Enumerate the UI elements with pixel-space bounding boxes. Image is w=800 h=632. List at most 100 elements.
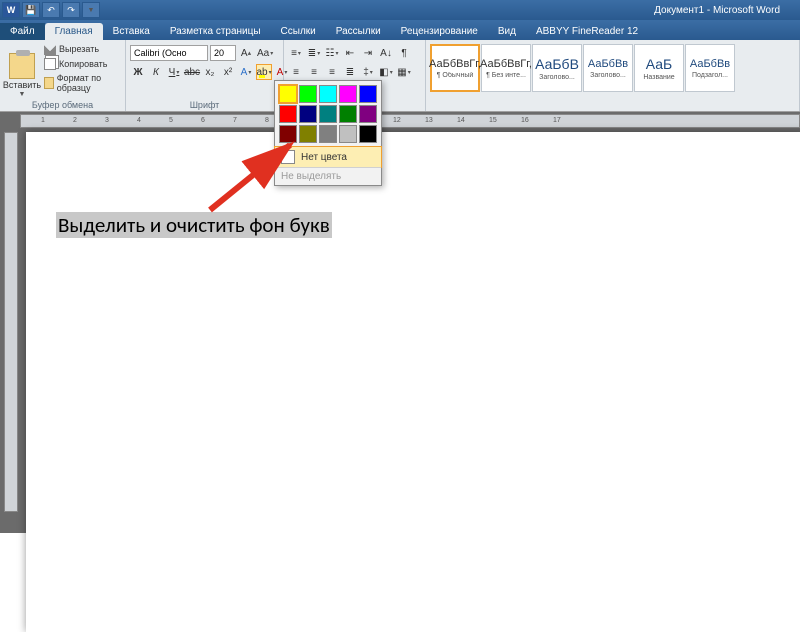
tab-mailings[interactable]: Рассылки (326, 23, 391, 40)
color-swatch[interactable] (359, 85, 377, 103)
style-name: ¶ Обычный (437, 72, 474, 79)
ruler-tick: 8 (265, 117, 269, 124)
strike-button[interactable]: abc (184, 64, 200, 80)
stop-highlight-item[interactable]: Не выделять (275, 167, 381, 185)
color-swatch[interactable] (319, 105, 337, 123)
bullets-button[interactable]: ≡▾ (288, 45, 304, 61)
brush-icon (44, 77, 54, 89)
ruler-tick: 7 (233, 117, 237, 124)
style-name: Заголово... (539, 74, 575, 81)
color-swatch[interactable] (339, 105, 357, 123)
ruler-tick: 2 (73, 117, 77, 124)
qat-undo-icon[interactable]: ↶ (42, 2, 60, 18)
copy-button[interactable]: Копировать (42, 57, 121, 71)
vertical-ruler (0, 112, 20, 533)
format-painter-button[interactable]: Формат по образцу (42, 72, 121, 94)
text-highlight-button[interactable]: ab▾ (256, 64, 272, 80)
color-swatch[interactable] (279, 105, 297, 123)
tab-home[interactable]: Главная (45, 23, 103, 40)
show-marks-button[interactable]: ¶ (396, 45, 412, 61)
tab-insert[interactable]: Вставка (103, 23, 160, 40)
style-item-1[interactable]: АаБбВвГг,¶ Без инте... (481, 44, 531, 92)
italic-button[interactable]: К (148, 64, 164, 80)
group-label-clipboard: Буфер обмена (0, 100, 125, 110)
color-swatch[interactable] (299, 105, 317, 123)
document-page[interactable]: Выделить и очистить фон букв (26, 132, 800, 632)
style-item-3[interactable]: АаБбВвЗаголово... (583, 44, 633, 92)
subscript-button[interactable]: x₂ (202, 64, 218, 80)
text-effects-button[interactable]: A▾ (238, 64, 254, 80)
cut-button[interactable]: Вырезать (42, 42, 121, 56)
change-case-button[interactable]: Aa▾ (256, 45, 274, 61)
tab-references[interactable]: Ссылки (271, 23, 326, 40)
no-color-swatch-icon (281, 150, 295, 164)
underline-button[interactable]: Ч▾ (166, 64, 182, 80)
shading-button[interactable]: ◧▾ (378, 64, 394, 80)
paste-icon (9, 53, 35, 79)
tab-abbyy[interactable]: ABBYY FineReader 12 (526, 23, 648, 40)
qat-redo-icon[interactable]: ↷ (62, 2, 80, 18)
style-item-0[interactable]: АаБбВвГг, ¶ Обычный (430, 44, 480, 92)
ruler-tick: 3 (105, 117, 109, 124)
style-sample: АаБбВвГг, (429, 58, 481, 70)
color-swatch[interactable] (359, 125, 377, 143)
no-color-label: Нет цвета (301, 152, 347, 163)
grow-font-button[interactable]: A▴ (238, 45, 254, 61)
numbering-button[interactable]: ≣▾ (306, 45, 322, 61)
qat-save-icon[interactable]: 💾 (22, 2, 40, 18)
ruler-tick: 12 (393, 117, 401, 124)
align-left-button[interactable]: ≡ (288, 64, 304, 80)
qat-customize-icon[interactable]: ▼ (82, 2, 100, 18)
ruler-tick: 14 (457, 117, 465, 124)
borders-button[interactable]: ▦▾ (396, 64, 412, 80)
selected-text[interactable]: Выделить и очистить фон букв (56, 212, 332, 238)
group-styles: АаБбВвГг, ¶ Обычный АаБбВвГг,¶ Без инте...… (426, 40, 800, 111)
chevron-down-icon: ▼ (19, 91, 26, 98)
ruler-tick: 13 (425, 117, 433, 124)
decrease-indent-button[interactable]: ⇤ (342, 45, 358, 61)
paste-button[interactable]: Вставить ▼ (4, 42, 40, 109)
style-item-2[interactable]: АаБбВЗаголово... (532, 44, 582, 92)
stop-highlight-label: Не выделять (281, 171, 341, 182)
tab-review[interactable]: Рецензирование (391, 23, 488, 40)
group-label-font: Шрифт (126, 100, 283, 110)
no-color-item[interactable]: Нет цвета (274, 146, 382, 168)
color-swatch[interactable] (299, 85, 317, 103)
highlight-swatch-icon (259, 75, 265, 78)
color-swatch[interactable] (339, 85, 357, 103)
style-item-5[interactable]: АаБбВвПодзагол... (685, 44, 735, 92)
style-item-4[interactable]: АаБНазвание (634, 44, 684, 92)
font-size-input[interactable] (210, 45, 236, 61)
color-swatch[interactable] (319, 125, 337, 143)
color-swatch[interactable] (359, 105, 377, 123)
color-swatch[interactable] (299, 125, 317, 143)
sort-button[interactable]: A↓ (378, 45, 394, 61)
ruler-tick: 4 (137, 117, 141, 124)
color-swatch[interactable] (279, 85, 297, 103)
format-painter-label: Формат по образцу (57, 73, 119, 93)
tab-page-layout[interactable]: Разметка страницы (160, 23, 271, 40)
tab-file[interactable]: Файл (0, 23, 45, 40)
superscript-button[interactable]: x² (220, 64, 236, 80)
tab-view[interactable]: Вид (488, 23, 526, 40)
color-swatch[interactable] (279, 125, 297, 143)
ruler-tick: 1 (41, 117, 45, 124)
color-swatch[interactable] (319, 85, 337, 103)
ruler-tick: 15 (489, 117, 497, 124)
horizontal-ruler: 1234567891011121314151617 (20, 112, 800, 130)
style-sample: АаБбВв (588, 58, 628, 70)
line-spacing-button[interactable]: ‡▾ (360, 64, 376, 80)
bold-button[interactable]: Ж (130, 64, 146, 80)
multilevel-button[interactable]: ☷▾ (324, 45, 340, 61)
align-right-button[interactable]: ≡ (324, 64, 340, 80)
font-name-input[interactable] (130, 45, 208, 61)
increase-indent-button[interactable]: ⇥ (360, 45, 376, 61)
style-sample: АаБбВв (690, 58, 730, 70)
window-title: Документ1 - Microsoft Word (654, 5, 800, 16)
cut-label: Вырезать (59, 44, 99, 54)
justify-button[interactable]: ≣ (342, 64, 358, 80)
word-icon[interactable]: W (2, 2, 20, 18)
align-center-button[interactable]: ≡ (306, 64, 322, 80)
color-swatch[interactable] (339, 125, 357, 143)
ruler-tick: 16 (521, 117, 529, 124)
